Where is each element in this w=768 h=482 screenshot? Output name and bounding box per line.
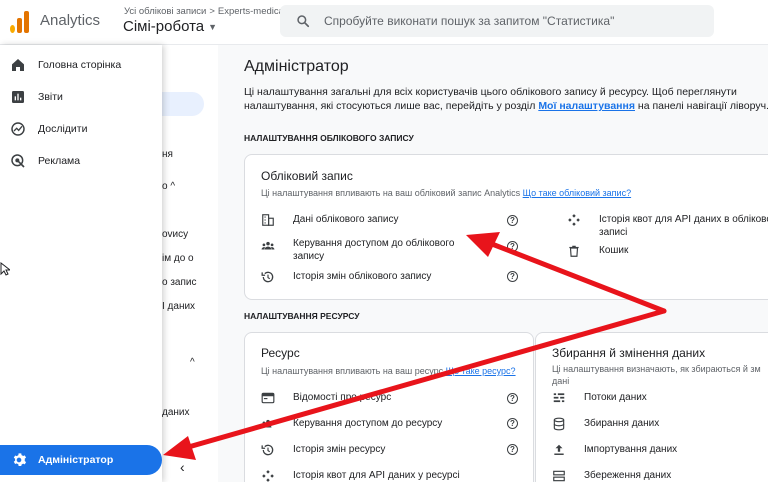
- mouse-cursor-icon: [0, 262, 10, 276]
- my-settings-link[interactable]: Мої налаштування: [538, 100, 635, 112]
- data-streams-item[interactable]: Потоки даних: [552, 389, 768, 409]
- what-is-account-link[interactable]: Що таке обліковий запис?: [523, 188, 631, 198]
- home-icon: [12, 59, 24, 71]
- account-card-subtitle: Ці налаштування впливають на ваш обліков…: [261, 188, 632, 198]
- data-collection-card: Збирання й змінення даних Ці налаштуванн…: [535, 332, 768, 482]
- streams-icon: [553, 393, 565, 403]
- analytics-logo-icon[interactable]: [9, 9, 31, 33]
- history-icon: [261, 444, 274, 456]
- intro-text: Ці налаштування загальні для всіх корист…: [244, 86, 768, 112]
- caret-down-icon: ▼: [208, 22, 218, 33]
- secondary-nav-item[interactable]: о запис: [162, 277, 197, 288]
- property-card: Ресурс Ці налаштування впливають на ваш …: [244, 332, 534, 482]
- help-icon[interactable]: ?: [507, 418, 518, 429]
- admin-secondary-nav: ня о ^ ovису ім до о о запис I даних ^ д…: [162, 45, 218, 482]
- api-icon: [568, 214, 580, 226]
- ads-icon: [11, 154, 25, 168]
- main-content: Адміністратор Ці налаштування загальні д…: [218, 45, 768, 482]
- account-api-quota-history-item[interactable]: Історія квот для API даних в обліково зап…: [567, 211, 768, 239]
- account-change-history-item[interactable]: Історія змін облікового запису: [261, 268, 501, 288]
- nav-item-home[interactable]: Головна сторінка: [0, 50, 162, 80]
- chevron-up-icon[interactable]: ^: [190, 357, 195, 368]
- navigation-drawer: Головна сторінка Звіти Дослідити Реклама…: [0, 45, 162, 482]
- history-icon: [261, 271, 274, 283]
- secondary-nav-item[interactable]: о ^: [162, 181, 175, 192]
- account-card-title: Обліковий запис: [261, 169, 353, 183]
- gear-icon: [13, 453, 27, 466]
- property-settings-section-label: НАЛАШТУВАННЯ РЕСУРСУ: [244, 311, 360, 321]
- breadcrumb-account[interactable]: Experts-medical: [218, 6, 286, 17]
- nav-item-reports[interactable]: Звіти: [0, 82, 162, 112]
- breadcrumb-separator: >: [209, 6, 215, 17]
- collapse-chevron-left-icon[interactable]: ‹: [180, 459, 185, 475]
- data-card-subtitle: Ці налаштування визначають, як збираютьс…: [552, 364, 761, 386]
- data-card-title: Збирання й змінення даних: [552, 346, 706, 360]
- property-change-history-item[interactable]: Історія змін ресурсу: [261, 441, 501, 461]
- data-collection-item[interactable]: Збирання даних: [552, 415, 768, 435]
- breadcrumb-all-accounts[interactable]: Усі облікові записи: [124, 6, 206, 17]
- explore-icon: [11, 122, 25, 136]
- account-settings-section-label: НАЛАШТУВАННЯ ОБЛІКОВОГО ЗАПИСУ: [244, 133, 414, 143]
- property-access-management-item[interactable]: Керування доступом до ресурсу: [261, 415, 501, 435]
- property-name: Сімі-робота: [123, 18, 205, 35]
- secondary-nav-item[interactable]: даних: [162, 407, 190, 418]
- data-retention-item[interactable]: Збереження даних: [552, 467, 768, 482]
- property-card-title: Ресурс: [261, 346, 300, 360]
- property-card-subtitle: Ці налаштування впливають на ваш ресурс …: [261, 366, 516, 376]
- upload-icon: [554, 444, 564, 455]
- account-details-item[interactable]: Дані облікового запису: [261, 211, 501, 231]
- secondary-nav-item[interactable]: I даних: [162, 301, 195, 312]
- property-api-quota-history-item[interactable]: Історія квот для API даних у ресурсі: [261, 467, 501, 482]
- property-selector[interactable]: Сімі-робота ▼: [123, 18, 217, 35]
- api-icon: [262, 470, 274, 482]
- search-icon: [297, 15, 310, 28]
- secondary-nav-selected[interactable]: [162, 92, 204, 116]
- help-icon[interactable]: ?: [507, 393, 518, 404]
- nav-item-advertising[interactable]: Реклама: [0, 146, 162, 176]
- top-bar: Analytics Усі облікові записи > Experts-me…: [0, 0, 768, 45]
- storage-icon: [553, 470, 565, 482]
- people-icon: [262, 419, 274, 428]
- what-is-property-link[interactable]: Що таке ресурс?: [446, 366, 516, 376]
- app-name: Analytics: [40, 12, 101, 29]
- people-icon: [261, 241, 275, 250]
- trash-icon: [569, 245, 579, 257]
- help-icon[interactable]: ?: [507, 271, 518, 282]
- property-details-item[interactable]: Відомості про ресурс: [261, 389, 501, 409]
- nav-item-explore[interactable]: Дослідити: [0, 114, 162, 144]
- secondary-nav-item[interactable]: ня: [162, 149, 173, 160]
- help-icon[interactable]: ?: [507, 215, 518, 226]
- account-access-management-item[interactable]: Керування доступом до облікового запису: [261, 235, 501, 263]
- card-icon: [261, 392, 275, 404]
- secondary-nav-item[interactable]: ovису: [162, 229, 188, 240]
- building-icon: [262, 214, 274, 226]
- page-title: Адміністратор: [244, 58, 349, 75]
- trash-item[interactable]: Кошик: [567, 242, 768, 262]
- nav-item-admin[interactable]: Адміністратор: [0, 445, 162, 475]
- breadcrumb[interactable]: Усі облікові записи > Experts-medical: [124, 6, 286, 17]
- search-bar[interactable]: Спробуйте виконати пошук за запитом "Ста…: [280, 5, 714, 37]
- help-icon[interactable]: ?: [507, 444, 518, 455]
- bar-chart-icon: [12, 91, 24, 103]
- data-import-item[interactable]: Імпортування даних: [552, 441, 768, 461]
- secondary-nav-item[interactable]: ім до о: [162, 253, 194, 264]
- database-icon: [553, 417, 565, 431]
- account-card: Обліковий запис Ці налаштування впливают…: [244, 154, 768, 300]
- search-placeholder: Спробуйте виконати пошук за запитом "Ста…: [324, 14, 615, 28]
- help-icon[interactable]: ?: [507, 241, 518, 252]
